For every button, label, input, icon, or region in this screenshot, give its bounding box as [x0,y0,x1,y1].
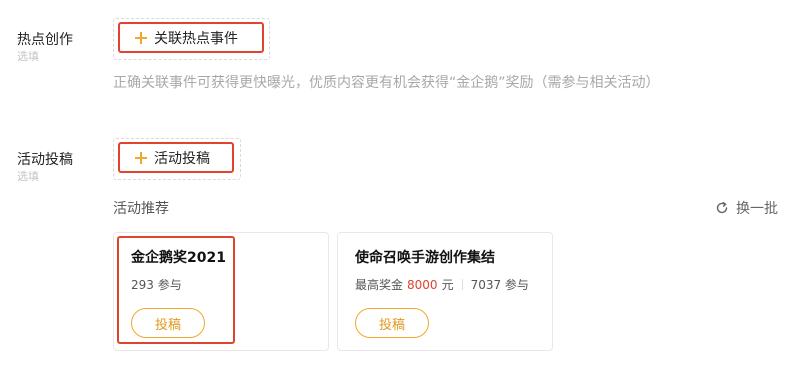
plus-icon [135,31,147,44]
activity-recommend-title: 活动推荐 [113,201,169,217]
card-submit-button[interactable]: 投稿 [355,308,429,338]
activity-submission-label: 活动投稿 [17,152,73,168]
activity-card[interactable]: 使命召唤手游创作集结 最高奖金 8000 元 7037 参与 投稿 [337,232,553,351]
activity-card-meta: 最高奖金 8000 元 7037 参与 [355,276,529,293]
plus-icon [135,151,147,164]
refresh-button[interactable]: 换一批 [715,198,778,218]
link-hot-event-label: 关联热点事件 [154,30,238,47]
activity-card-title: 金企鹅奖2021 [131,250,226,266]
hot-event-hint: 正确关联事件可获得更快曝光，优质内容更有机会获得“金企鹅”奖励（需参与相关活动） [113,75,660,91]
participant-count: 7037 参与 [470,278,529,292]
hot-creation-optional: 选填 [17,50,39,63]
participant-count: 293 参与 [131,278,182,292]
meta-divider [461,279,463,290]
prize-amount: 8000 [407,277,438,292]
card-submit-button[interactable]: 投稿 [131,308,205,338]
prize-prefix: 最高奖金 [355,278,404,292]
activity-submit-label: 活动投稿 [154,150,210,167]
activity-submission-optional: 选填 [17,170,39,183]
link-hot-event-button[interactable]: 关联热点事件 [118,22,264,53]
hot-creation-label: 热点创作 [17,32,73,48]
prize-unit: 元 [441,278,454,292]
activity-submit-button[interactable]: 活动投稿 [118,142,234,173]
refresh-label: 换一批 [736,201,778,217]
activity-card-meta: 293 参与 [131,276,182,293]
refresh-icon [716,201,728,214]
activity-card[interactable]: 金企鹅奖2021 293 参与 投稿 [113,232,329,351]
activity-card-title: 使命召唤手游创作集结 [355,250,495,266]
